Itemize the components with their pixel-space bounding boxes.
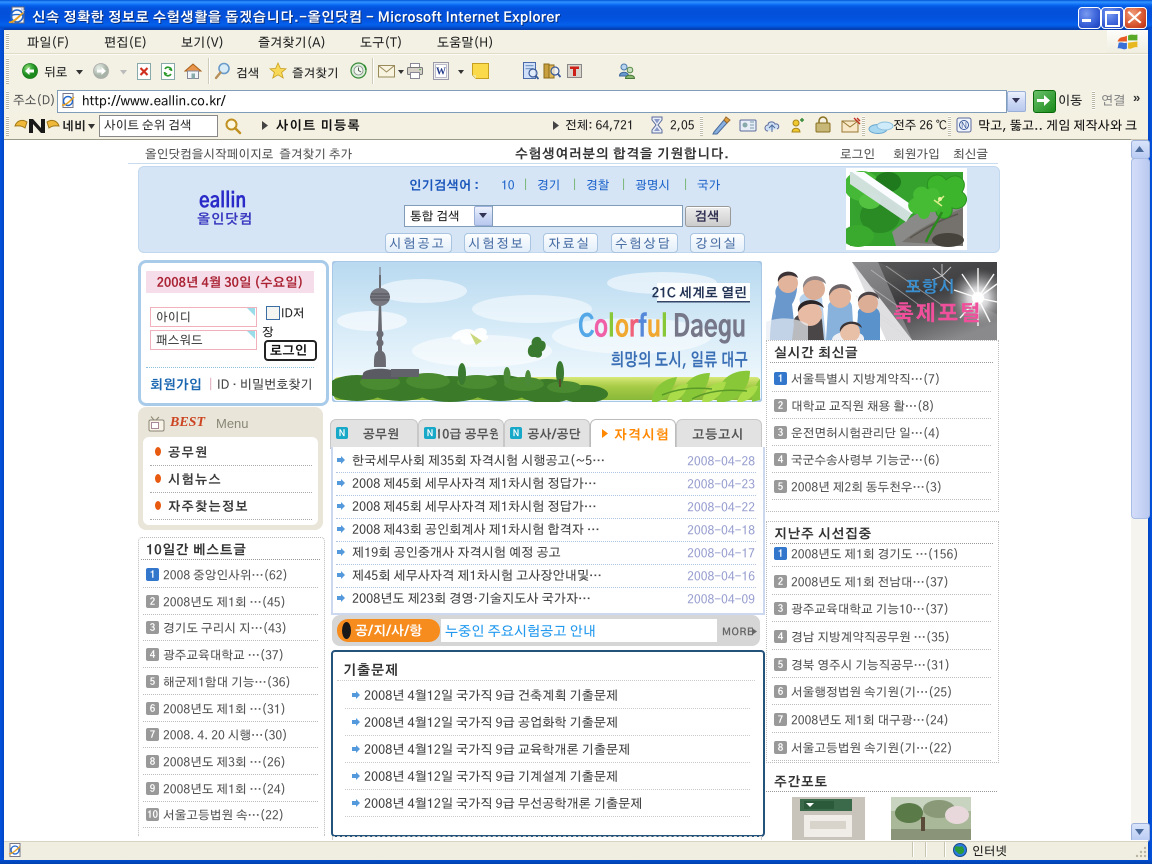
svg-text:W: W [436, 67, 446, 78]
svg-text:N: N [961, 121, 967, 130]
